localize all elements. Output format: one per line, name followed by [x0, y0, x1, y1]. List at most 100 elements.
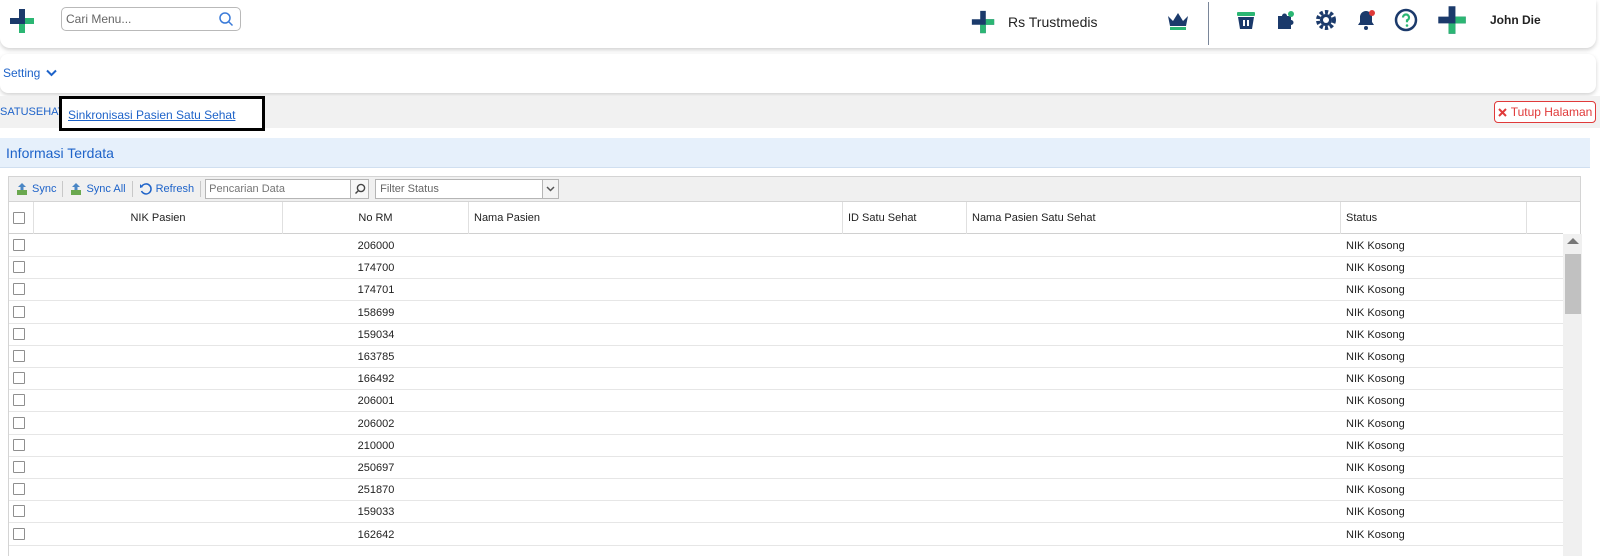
refresh-icon [139, 183, 152, 195]
menu-search-box [61, 7, 241, 31]
crown-icon[interactable] [1166, 10, 1190, 32]
row-checkbox[interactable] [13, 461, 25, 473]
menu-search-input[interactable] [62, 8, 212, 30]
sync-label: Sync [32, 183, 57, 195]
cell-status: NIK Kosong [1346, 284, 1405, 297]
cell-status: NIK Kosong [1346, 439, 1405, 452]
header-nik-pasien[interactable]: NIK Pasien [34, 202, 283, 234]
row-checkbox[interactable] [13, 394, 25, 407]
header-nama-pasien-satu-sehat[interactable]: Nama Pasien Satu Sehat [967, 202, 1341, 234]
cell-status: NIK Kosong [1346, 240, 1405, 252]
table-row[interactable]: 250697 NIK Kosong [9, 457, 1563, 479]
close-page-button[interactable]: Tutup Halaman [1494, 101, 1596, 123]
table-row[interactable]: 174701 NIK Kosong [9, 279, 1563, 302]
toolbar-separator [200, 181, 202, 197]
cell-no-rm: 206002 [357, 417, 395, 430]
row-checkbox[interactable] [13, 372, 25, 385]
filter-status-dropdown[interactable] [542, 180, 559, 198]
scroll-up-arrow[interactable] [1567, 238, 1579, 244]
row-checkbox[interactable] [13, 350, 25, 362]
help-icon[interactable] [1394, 8, 1418, 32]
basket-icon[interactable] [1234, 8, 1258, 32]
cell-no-rm: 159034 [357, 328, 395, 341]
table-row[interactable]: 174700 NIK Kosong [9, 257, 1563, 280]
select-all-checkbox[interactable] [13, 212, 25, 224]
hospital-name: Rs Trustmedis [1008, 14, 1098, 30]
data-search-button[interactable] [351, 179, 370, 199]
cell-status: NIK Kosong [1346, 462, 1405, 474]
row-checkbox[interactable] [13, 416, 25, 429]
header-nama-pasien[interactable]: Nama Pasien [469, 202, 843, 234]
sync-all-button[interactable]: Sync All [63, 179, 131, 199]
table-row[interactable]: 162642 NIK Kosong [9, 524, 1563, 546]
cell-status: NIK Kosong [1346, 373, 1405, 386]
cell-no-rm: 166492 [357, 373, 395, 386]
user-name[interactable]: John Die [1490, 13, 1541, 27]
cell-no-rm: 206001 [357, 395, 395, 408]
cell-status: NIK Kosong [1346, 528, 1405, 541]
panel-title: Informasi Terdata [6, 145, 114, 161]
tab-sinkronisasi-pasien[interactable]: Sinkronisasi Pasien Satu Sehat [59, 96, 265, 131]
cell-no-rm: 159033 [357, 506, 395, 519]
table-row[interactable]: 159033 NIK Kosong [9, 501, 1563, 524]
puzzle-icon[interactable] [1274, 8, 1298, 32]
cross-logo-icon[interactable] [8, 7, 36, 35]
header-divider [1208, 2, 1209, 45]
table-row[interactable]: 206002 NIK Kosong [9, 413, 1563, 435]
top-bar: Rs Trustmedis John Die [0, 0, 1596, 48]
table-row[interactable]: 206001 NIK Kosong [9, 390, 1563, 413]
hospital-info: Rs Trustmedis [970, 8, 1097, 36]
cell-status: NIK Kosong [1346, 395, 1405, 408]
row-checkbox[interactable] [13, 239, 25, 251]
cell-status: NIK Kosong [1346, 328, 1405, 341]
header-id-satu-sehat[interactable]: ID Satu Sehat [843, 202, 967, 234]
row-checkbox[interactable] [13, 327, 25, 340]
refresh-button[interactable]: Refresh [133, 179, 201, 199]
sync-button[interactable]: Sync [9, 179, 62, 199]
cell-no-rm: 163785 [357, 351, 395, 363]
hospital-logo-icon [971, 10, 995, 34]
cell-no-rm: 206000 [357, 240, 395, 252]
row-checkbox[interactable] [13, 283, 25, 296]
row-checkbox[interactable] [13, 261, 25, 274]
search-icon[interactable] [218, 11, 234, 27]
scroll-thumb[interactable] [1565, 254, 1581, 314]
row-checkbox[interactable] [13, 483, 25, 496]
table-row[interactable]: 158699 NIK Kosong [9, 302, 1563, 324]
cell-no-rm: 174700 [357, 262, 395, 275]
cell-no-rm: 210000 [357, 439, 395, 452]
chevron-down-icon [46, 69, 58, 77]
table-row[interactable]: 166492 NIK Kosong [9, 368, 1563, 391]
bell-icon[interactable] [1354, 8, 1378, 32]
header-select-cell [9, 202, 34, 234]
grid-header: NIK Pasien No RM Nama Pasien ID Satu Seh… [9, 202, 1563, 234]
data-search-input[interactable] [205, 179, 352, 199]
header-no-rm[interactable]: No RM [283, 202, 469, 234]
tab-satusehat[interactable]: SATUSEHAT [0, 106, 64, 118]
table-row[interactable]: 210000 NIK Kosong [9, 435, 1563, 457]
filter-status-placeholder: Filter Status [380, 183, 439, 195]
close-page-label: Tutup Halaman [1510, 105, 1593, 119]
cell-status: NIK Kosong [1346, 351, 1405, 363]
table-row[interactable]: 251870 NIK Kosong [9, 479, 1563, 502]
header-status[interactable]: Status [1341, 202, 1527, 234]
chevron-down-icon [546, 186, 555, 192]
sync-all-label: Sync All [86, 183, 126, 195]
gear-icon[interactable] [1314, 8, 1338, 32]
sync-all-icon [71, 183, 82, 195]
grid-scrollbar[interactable] [1563, 234, 1582, 556]
data-grid: NIK Pasien No RM Nama Pasien ID Satu Seh… [8, 202, 1582, 556]
filter-status-select[interactable]: Filter Status [375, 179, 560, 199]
avatar[interactable] [1436, 4, 1468, 36]
table-row[interactable]: 163785 NIK Kosong [9, 346, 1563, 368]
row-checkbox[interactable] [13, 527, 25, 540]
table-row[interactable]: 206000 NIK Kosong [9, 235, 1563, 257]
row-checkbox[interactable] [13, 305, 25, 318]
close-icon [1497, 107, 1507, 117]
menu-setting[interactable]: Setting [3, 66, 58, 80]
panel-header: Informasi Terdata [0, 138, 1590, 168]
table-row[interactable]: 159034 NIK Kosong [9, 324, 1563, 346]
cell-no-rm: 162642 [357, 528, 395, 541]
row-checkbox[interactable] [13, 505, 25, 518]
row-checkbox[interactable] [13, 438, 25, 451]
